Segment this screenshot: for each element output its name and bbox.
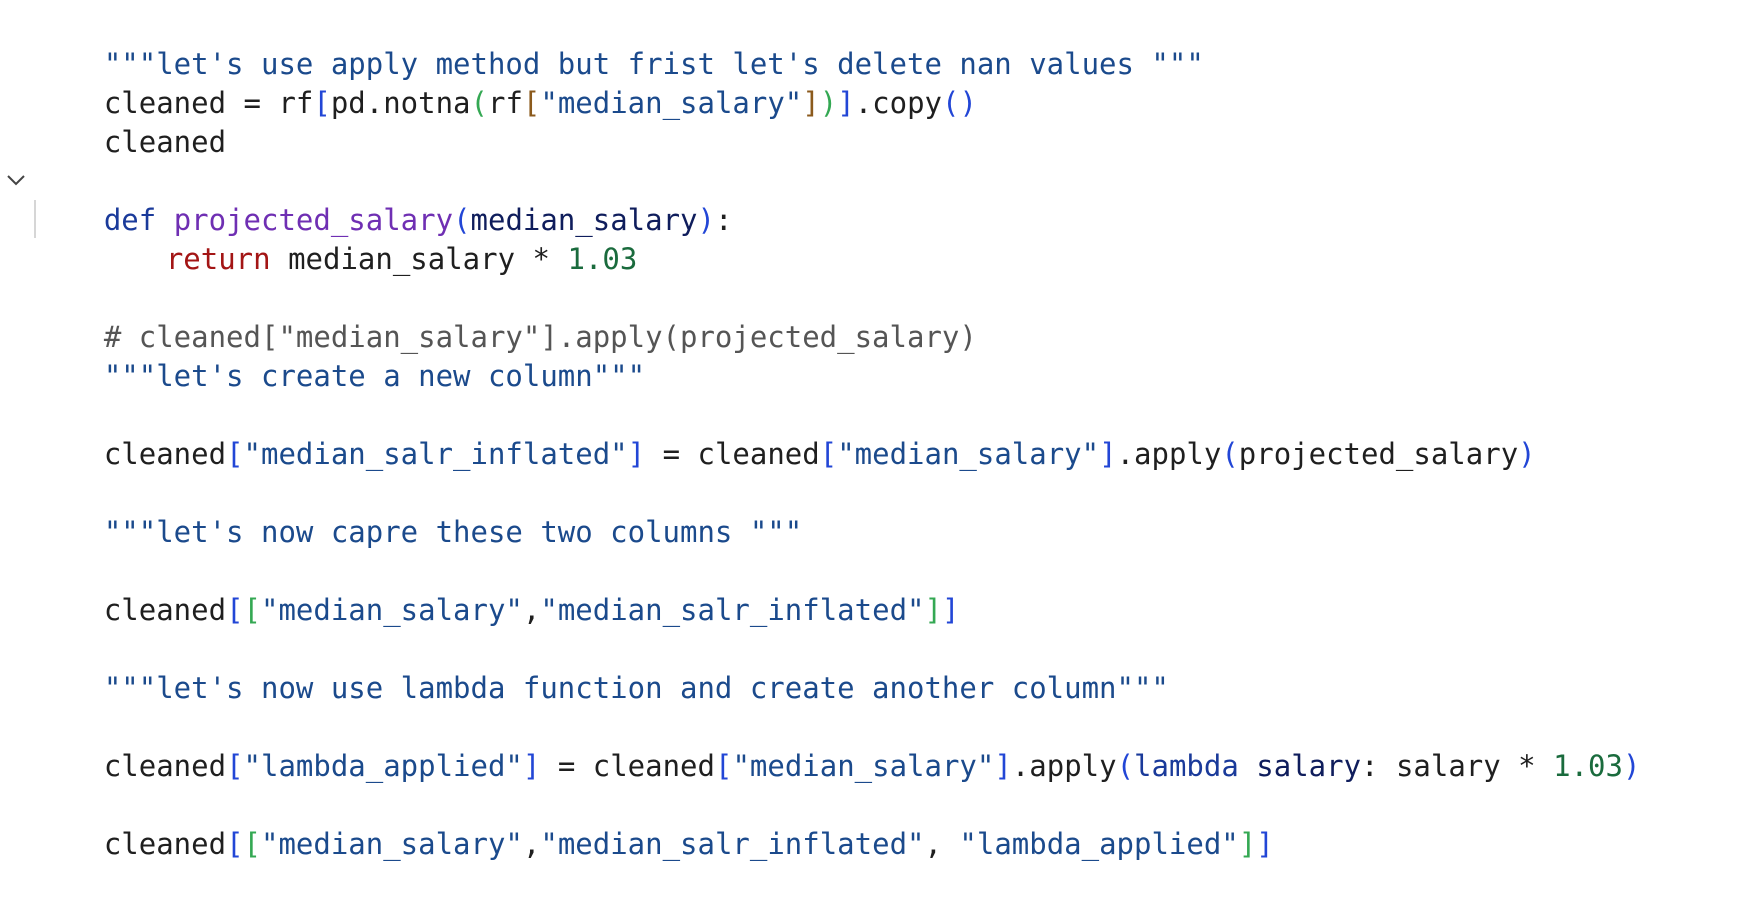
- code-token: = cleaned: [645, 437, 820, 471]
- number-literal: 1.03: [1553, 749, 1623, 783]
- string-literal: "median_salr_inflated": [540, 827, 925, 861]
- string-literal: "median_salary": [540, 86, 803, 120]
- code-line-12[interactable]: cleaned["lambda_applied"] = cleaned["med…: [34, 706, 1641, 783]
- string-literal: "median_salary": [837, 437, 1100, 471]
- code-token: pd.notna: [330, 86, 471, 120]
- chevron-down-icon: [7, 175, 25, 186]
- bracket: [: [522, 86, 541, 120]
- bracket: [: [226, 437, 244, 471]
- string-literal: "lambda_applied": [959, 827, 1239, 861]
- code-line-11[interactable]: """let's now use lambda function and cre…: [34, 628, 1169, 705]
- bracket: [: [714, 749, 733, 783]
- string-literal: "median_salary": [261, 593, 523, 627]
- string-literal: "median_salr_inflated": [243, 437, 628, 471]
- code-token: cleaned: [103, 125, 227, 159]
- bracket: ]: [1099, 437, 1117, 471]
- code-token: .apply: [1116, 437, 1222, 471]
- code-token: rf: [487, 86, 523, 120]
- code-token: cleaned: [103, 827, 227, 861]
- code-token: ,: [924, 827, 960, 861]
- indent-guide: [34, 200, 36, 238]
- code-token: cleaned: [103, 437, 227, 471]
- bracket: (): [942, 86, 977, 120]
- code-token: ,: [522, 827, 541, 861]
- parameter: salary: [1256, 749, 1362, 783]
- bracket: ): [697, 203, 715, 237]
- bracket: [: [243, 827, 261, 861]
- code-token: projected_salary: [1238, 437, 1519, 471]
- fold-toggle[interactable]: [4, 160, 30, 200]
- bracket: ]: [941, 593, 960, 627]
- code-token: : salary *: [1361, 749, 1554, 783]
- code-line-3[interactable]: cleaned: [34, 82, 226, 159]
- bracket: ]: [994, 749, 1012, 783]
- code-token: cleaned: [103, 593, 227, 627]
- bracket: ]: [802, 86, 820, 120]
- code-token: = cleaned: [540, 749, 715, 783]
- code-line-10[interactable]: cleaned[["median_salary","median_salr_in…: [34, 550, 960, 627]
- bracket: ): [1518, 437, 1536, 471]
- bracket: ]: [627, 437, 646, 471]
- string-literal: "lambda_applied": [243, 749, 523, 783]
- code-token: .copy: [854, 86, 942, 120]
- string-literal: "median_salr_inflated": [540, 593, 925, 627]
- string-literal: "median_salary": [732, 749, 995, 783]
- code-line-6[interactable]: # cleaned["median_salary"].apply(project…: [34, 277, 977, 354]
- bracket: [: [226, 827, 244, 861]
- string-literal: "median_salary": [261, 827, 523, 861]
- bracket: [: [313, 86, 331, 120]
- bracket: [: [243, 593, 261, 627]
- bracket: (: [470, 86, 488, 120]
- bracket: ]: [924, 593, 942, 627]
- code-token: median_salary *: [288, 242, 568, 276]
- code-line-7[interactable]: """let's create a new column""": [34, 316, 645, 393]
- bracket: [: [226, 749, 244, 783]
- code-token: cleaned: [103, 749, 227, 783]
- code-line-2[interactable]: cleaned = rf[pd.notna(rf["median_salary"…: [34, 43, 977, 120]
- bracket: (: [1116, 749, 1135, 783]
- code-line-9[interactable]: """let's now capre these two columns """: [34, 472, 802, 549]
- keyword-lambda: lambda: [1134, 749, 1239, 783]
- code-token: ,: [522, 593, 541, 627]
- code-token: .apply: [1011, 749, 1117, 783]
- code-editor[interactable]: """let's use apply method but frist let'…: [0, 0, 1738, 924]
- bracket: ): [1622, 749, 1641, 783]
- code-line-8[interactable]: cleaned["median_salr_inflated"] = cleane…: [34, 394, 1536, 471]
- code-line-4[interactable]: def projected_salary(median_salary):: [34, 160, 733, 237]
- bracket: ]: [522, 749, 541, 783]
- docstring: """let's create a new column""": [103, 359, 646, 393]
- bracket: ]: [837, 86, 855, 120]
- bracket: [: [226, 593, 244, 627]
- number-literal: 1.03: [567, 242, 638, 276]
- docstring: """let's now capre these two columns """: [103, 515, 803, 549]
- keyword-return: return: [165, 242, 271, 276]
- code-line-1[interactable]: """let's use apply method but frist let'…: [34, 4, 1204, 81]
- code-line-5[interactable]: return median_salary * 1.03: [96, 199, 637, 276]
- bracket: [: [819, 437, 838, 471]
- bracket: ]: [1256, 827, 1274, 861]
- code-line-13[interactable]: cleaned[["median_salary","median_salr_in…: [34, 784, 1274, 861]
- bracket: ): [819, 86, 838, 120]
- docstring: """let's now use lambda function and cre…: [103, 671, 1169, 705]
- bracket: ]: [1238, 827, 1257, 861]
- code-token: :: [714, 203, 733, 237]
- bracket: (: [1221, 437, 1239, 471]
